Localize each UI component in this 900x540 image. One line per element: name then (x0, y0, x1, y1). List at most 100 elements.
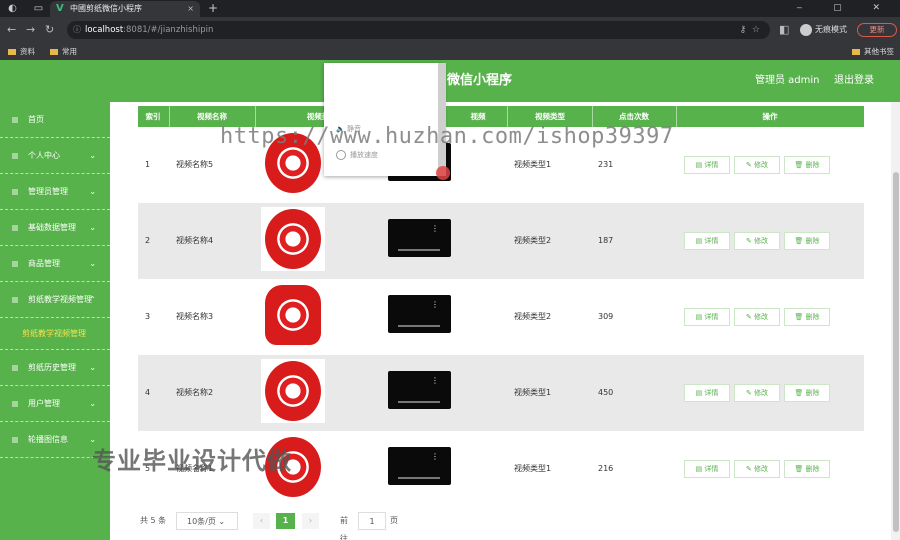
url-path: :8081/#/jianzhishipin (123, 25, 214, 35)
menu-icon (12, 437, 18, 443)
sidebar-item-admins[interactable]: 管理员管理 ⌄ (0, 174, 110, 210)
video-progress-bar[interactable] (398, 325, 440, 327)
playback-speed-option[interactable]: 播放速度 (336, 149, 378, 161)
chevron-down-icon: ⌄ (89, 399, 96, 408)
sidebar-item-products[interactable]: 商品管理 ⌄ (0, 246, 110, 282)
video-type: 视频类型1 (514, 388, 552, 397)
row-index: 2 (145, 236, 151, 245)
delete-button[interactable]: 🗑 删除 (784, 460, 830, 478)
delete-button[interactable]: 🗑 删除 (784, 232, 830, 250)
logout-link[interactable]: 退出登录 (834, 60, 874, 102)
video-progress-bar[interactable] (398, 249, 440, 251)
menu-icon (12, 117, 18, 123)
click-count: 187 (598, 236, 614, 245)
more-options-icon[interactable]: ⋮ (431, 225, 439, 233)
edit-button[interactable]: ✎ 修改 (734, 308, 780, 326)
browser-tab[interactable]: V 中國剪纸微信小程序 × (50, 1, 200, 17)
app-header: 微信小程序 管理员 admin 退出登录 (0, 60, 900, 102)
bookmarks-bar: 资料 常用 其他书签 (0, 43, 900, 60)
new-tab-icon[interactable]: + (208, 0, 218, 17)
goto-page-input[interactable]: 1 (358, 512, 386, 530)
sidebar-item-basic-data[interactable]: 基础数据管理 ⌄ (0, 210, 110, 246)
paper-cut-cover-image[interactable] (261, 283, 325, 347)
edit-button[interactable]: ✎ 修改 (734, 156, 780, 174)
chevron-down-icon: ⌄ (89, 187, 96, 196)
more-options-icon[interactable]: ⋮ (431, 301, 439, 309)
site-info-icon[interactable]: ⓘ (73, 21, 81, 39)
bookmark-folder[interactable]: 常用 (50, 43, 77, 60)
menu-icon (12, 297, 18, 303)
video-player[interactable]: ⋮ (388, 447, 451, 485)
current-page[interactable]: 1 (276, 513, 295, 529)
detail-button[interactable]: ▤ 详情 (684, 460, 730, 478)
url-watermark: https://www.huzhan.com/ishop39397 (220, 124, 674, 149)
detail-button[interactable]: ▤ 详情 (684, 384, 730, 402)
detail-button[interactable]: ▤ 详情 (684, 232, 730, 250)
folder-icon (852, 49, 860, 55)
pagination: 共 5 条 10条/页 ⌄ ‹ 1 › 前往 1 页 (140, 512, 398, 540)
window-controls[interactable]: ‒ ▢ ✕ (797, 0, 895, 17)
delete-button[interactable]: 🗑 删除 (784, 308, 830, 326)
browser-toolbar: ← → ↻ ⓘ localhost:8081/#/jianzhishipin ⚷… (0, 17, 900, 43)
menu-icon (12, 189, 18, 195)
video-type: 视频类型2 (514, 312, 552, 321)
page-size-select[interactable]: 10条/页 ⌄ (176, 512, 238, 530)
edit-button[interactable]: ✎ 修改 (734, 460, 780, 478)
row-index: 3 (145, 312, 151, 321)
key-and-star-icons[interactable]: ⚷ ☆ (740, 21, 760, 39)
folder-icon (50, 49, 58, 55)
table-row: 3 视频名称3 ⋮ 视频类型2 309 ▤ 详情 ✎ 修改 🗑 删除 (138, 279, 864, 355)
sidebar-item-profile[interactable]: 个人中心 ⌄ (0, 138, 110, 174)
update-button[interactable]: 更新 (857, 23, 897, 37)
tab-strip-icon[interactable]: ▭ (32, 2, 45, 15)
menu-icon (12, 401, 18, 407)
vue-favicon-icon: V (56, 3, 64, 14)
chevron-down-icon: ⌄ (89, 223, 96, 232)
video-player[interactable]: ⋮ (388, 295, 451, 333)
more-options-icon[interactable]: ⋮ (431, 377, 439, 385)
paper-cut-cover-image[interactable] (261, 359, 325, 423)
video-progress-bar[interactable] (398, 477, 440, 479)
delete-button[interactable]: 🗑 删除 (784, 156, 830, 174)
sidebar-subitem-videos[interactable]: 剪纸教学视频管理 (0, 318, 110, 350)
back-icon[interactable]: ← (7, 23, 16, 36)
menu-icon (12, 225, 18, 231)
sidebar-item-videos[interactable]: 剪纸教学视频管理 ⌃ (0, 282, 110, 318)
sidepanel-icon[interactable]: ◧ (779, 23, 789, 36)
incognito-indicator[interactable]: 无痕模式 (800, 23, 847, 36)
sidebar-item-history[interactable]: 剪纸历史管理 ⌄ (0, 350, 110, 386)
detail-button[interactable]: ▤ 详情 (684, 308, 730, 326)
more-options-icon[interactable]: ⋮ (431, 453, 439, 461)
popup-scrollbar[interactable] (438, 63, 446, 176)
prev-page-button[interactable]: ‹ (253, 513, 270, 529)
next-page-button[interactable]: › (302, 513, 319, 529)
browser-menu-icon[interactable]: ◐ (6, 2, 19, 15)
sidebar-item-home[interactable]: 首页 (0, 102, 110, 138)
video-player[interactable]: ⋮ (388, 219, 451, 257)
menu-icon (12, 261, 18, 267)
close-tab-icon[interactable]: × (187, 1, 194, 17)
other-bookmarks[interactable]: 其他书签 (852, 43, 894, 60)
detail-button[interactable]: ▤ 详情 (684, 156, 730, 174)
address-bar[interactable]: ⓘ localhost:8081/#/jianzhishipin ⚷ ☆ (67, 21, 770, 39)
text-watermark: 专业毕业设计代做 (92, 447, 292, 475)
chevron-down-icon: ⌄ (218, 517, 226, 526)
click-count: 216 (598, 464, 614, 473)
video-progress-bar[interactable] (398, 401, 440, 403)
app-title: 微信小程序 (447, 73, 513, 88)
video-player[interactable]: ⋮ (388, 371, 451, 409)
delete-button[interactable]: 🗑 删除 (784, 384, 830, 402)
forward-icon[interactable]: → (26, 23, 35, 36)
reload-icon[interactable]: ↻ (45, 23, 54, 36)
video-name: 视频名称5 (176, 160, 214, 169)
edit-button[interactable]: ✎ 修改 (734, 384, 780, 402)
speed-icon (336, 150, 346, 160)
url-host: localhost (85, 25, 124, 35)
edit-button[interactable]: ✎ 修改 (734, 232, 780, 250)
bookmark-folder[interactable]: 资料 (8, 43, 35, 60)
page-scrollbar-thumb[interactable] (893, 172, 899, 532)
video-name: 视频名称3 (176, 312, 214, 321)
table-row: 2 视频名称4 ⋮ 视频类型2 187 ▤ 详情 ✎ 修改 🗑 删除 (138, 203, 864, 279)
paper-cut-cover-image[interactable] (261, 207, 325, 271)
sidebar-item-users[interactable]: 用户管理 ⌄ (0, 386, 110, 422)
